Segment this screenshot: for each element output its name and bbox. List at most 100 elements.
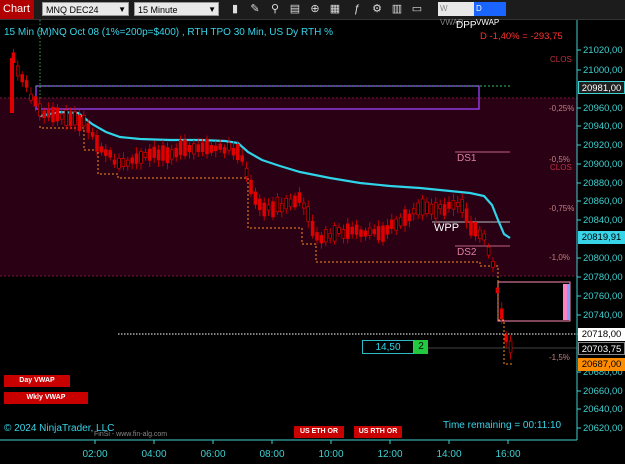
candle-body: [456, 201, 460, 207]
candle-body: [451, 200, 456, 210]
us-eth-or-button[interactable]: US ETH OR: [294, 426, 344, 438]
candle-body: [486, 246, 491, 256]
candle-body: [33, 96, 38, 107]
candle-body: [372, 229, 376, 235]
candle-body: [174, 147, 178, 158]
candle-body: [447, 201, 451, 209]
y-tick-label: 20760,00: [583, 291, 623, 302]
candle-body: [200, 142, 205, 152]
candle-body: [416, 202, 420, 216]
y-tick-label: 20860,00: [583, 196, 623, 207]
tile-icon[interactable]: ▥: [390, 2, 404, 16]
candle-body: [403, 209, 407, 226]
price-chart[interactable]: 21020,00 21000,00 20960,00 20940,00 20920,00…: [0, 20, 625, 464]
candle-body: [310, 220, 315, 236]
strategies-icon[interactable]: ƒ: [350, 2, 364, 16]
candle-body: [64, 109, 68, 126]
candle-body: [16, 65, 20, 77]
candle-body: [152, 146, 156, 158]
candle-body: [192, 143, 196, 155]
bar-chart-icon[interactable]: ▮: [228, 2, 242, 16]
window-icon[interactable]: ▭: [410, 2, 424, 16]
candle-body: [139, 151, 143, 164]
candle-body: [46, 108, 51, 118]
dpp-label: DPP: [456, 20, 477, 31]
magnifier-icon[interactable]: ⚲: [268, 2, 282, 16]
chart-tab[interactable]: Chart: [0, 0, 34, 19]
candle-body: [407, 213, 412, 222]
ds1-label: DS1: [457, 153, 477, 164]
candle-body: [249, 179, 253, 195]
candle-body: [42, 110, 46, 119]
wkly-vwap-button[interactable]: Wkly VWAP: [4, 392, 88, 404]
x-tick-label: 02:00: [82, 449, 107, 460]
candle-body: [51, 106, 55, 123]
price-label-last: 20718,00: [578, 328, 625, 341]
x-axis[interactable]: 02:00 04:00 06:00 08:00 10:00 12:00 14:00 16:00: [82, 440, 521, 460]
properties-icon[interactable]: ▤: [288, 2, 302, 16]
candle-body: [10, 58, 14, 113]
candle-body: [293, 195, 297, 208]
instrument-selector[interactable]: MNQ DEC24 ▼: [42, 2, 129, 16]
indicators-icon[interactable]: ⚙: [370, 2, 384, 16]
y-tick-label: 20660,00: [583, 386, 623, 397]
w-vwap-toggle[interactable]: W VWAP: [438, 2, 474, 27]
us-rth-or-button[interactable]: US RTH OR: [354, 426, 402, 438]
candle-body: [143, 152, 148, 158]
candle-body: [434, 202, 438, 219]
chart-title: 15 Min (M)NQ Oct 08 (1%=200p=$400) , RTH…: [4, 27, 334, 38]
candle-body: [209, 145, 214, 153]
candle-body: [231, 147, 236, 156]
candle-body: [297, 192, 302, 203]
candle-body: [306, 206, 310, 222]
instrument-value: MNQ DEC24: [46, 5, 99, 15]
level-1-label: -1,0%: [549, 253, 570, 262]
candle-body: [302, 202, 306, 209]
candle-body: [187, 145, 192, 153]
y-tick-label: 20960,00: [583, 103, 623, 114]
candle-body: [495, 287, 500, 294]
candle-body: [60, 113, 64, 120]
candle-body: [266, 204, 271, 211]
candle-body: [315, 232, 319, 241]
candle-body: [130, 157, 134, 164]
candle-body: [275, 196, 280, 213]
candle-body: [368, 227, 372, 236]
level-025-label: -0,25%: [549, 104, 575, 113]
candle-body: [121, 158, 126, 168]
level-15-label: -1,5%: [549, 353, 570, 362]
candle-body: [68, 111, 73, 126]
candle-body: [491, 260, 495, 268]
x-tick-label: 06:00: [200, 449, 225, 460]
d-vwap-toggle[interactable]: D VWAP: [474, 2, 506, 27]
crosshair-icon[interactable]: ⊕: [308, 2, 322, 16]
candle-body: [29, 93, 33, 101]
candle-body: [508, 340, 513, 354]
close-level-label: CLOS: [550, 55, 572, 64]
y-tick-label: 20940,00: [583, 121, 623, 132]
candle-body: [284, 197, 288, 210]
candle-body: [429, 203, 434, 215]
candle-body: [117, 157, 121, 169]
x-tick-label: 04:00: [141, 449, 166, 460]
y-tick-label: 21000,00: [583, 65, 623, 76]
candle-body: [73, 111, 77, 126]
order-price-box[interactable]: 14,50: [362, 340, 414, 354]
candle-body: [55, 107, 60, 122]
daily-change: D -1,40% = -293,75: [480, 31, 563, 42]
pencil-icon[interactable]: ✎: [248, 2, 262, 16]
y-tick-label: 20900,00: [583, 159, 623, 170]
projection-box: [497, 281, 571, 322]
candle-body: [500, 308, 504, 320]
templates-icon[interactable]: ▦: [328, 2, 342, 16]
candle-body: [196, 144, 200, 152]
candle-body: [165, 147, 170, 164]
candle-body: [324, 229, 328, 243]
y-tick-label: 20800,00: [583, 253, 623, 264]
candle-body: [161, 145, 165, 161]
interval-selector[interactable]: 15 Minute ▼: [134, 2, 219, 16]
chevron-down-icon: ▼: [118, 5, 126, 14]
candle-body: [253, 191, 258, 205]
order-quantity-box[interactable]: 2: [414, 340, 428, 354]
day-vwap-button[interactable]: Day VWAP: [4, 375, 70, 387]
